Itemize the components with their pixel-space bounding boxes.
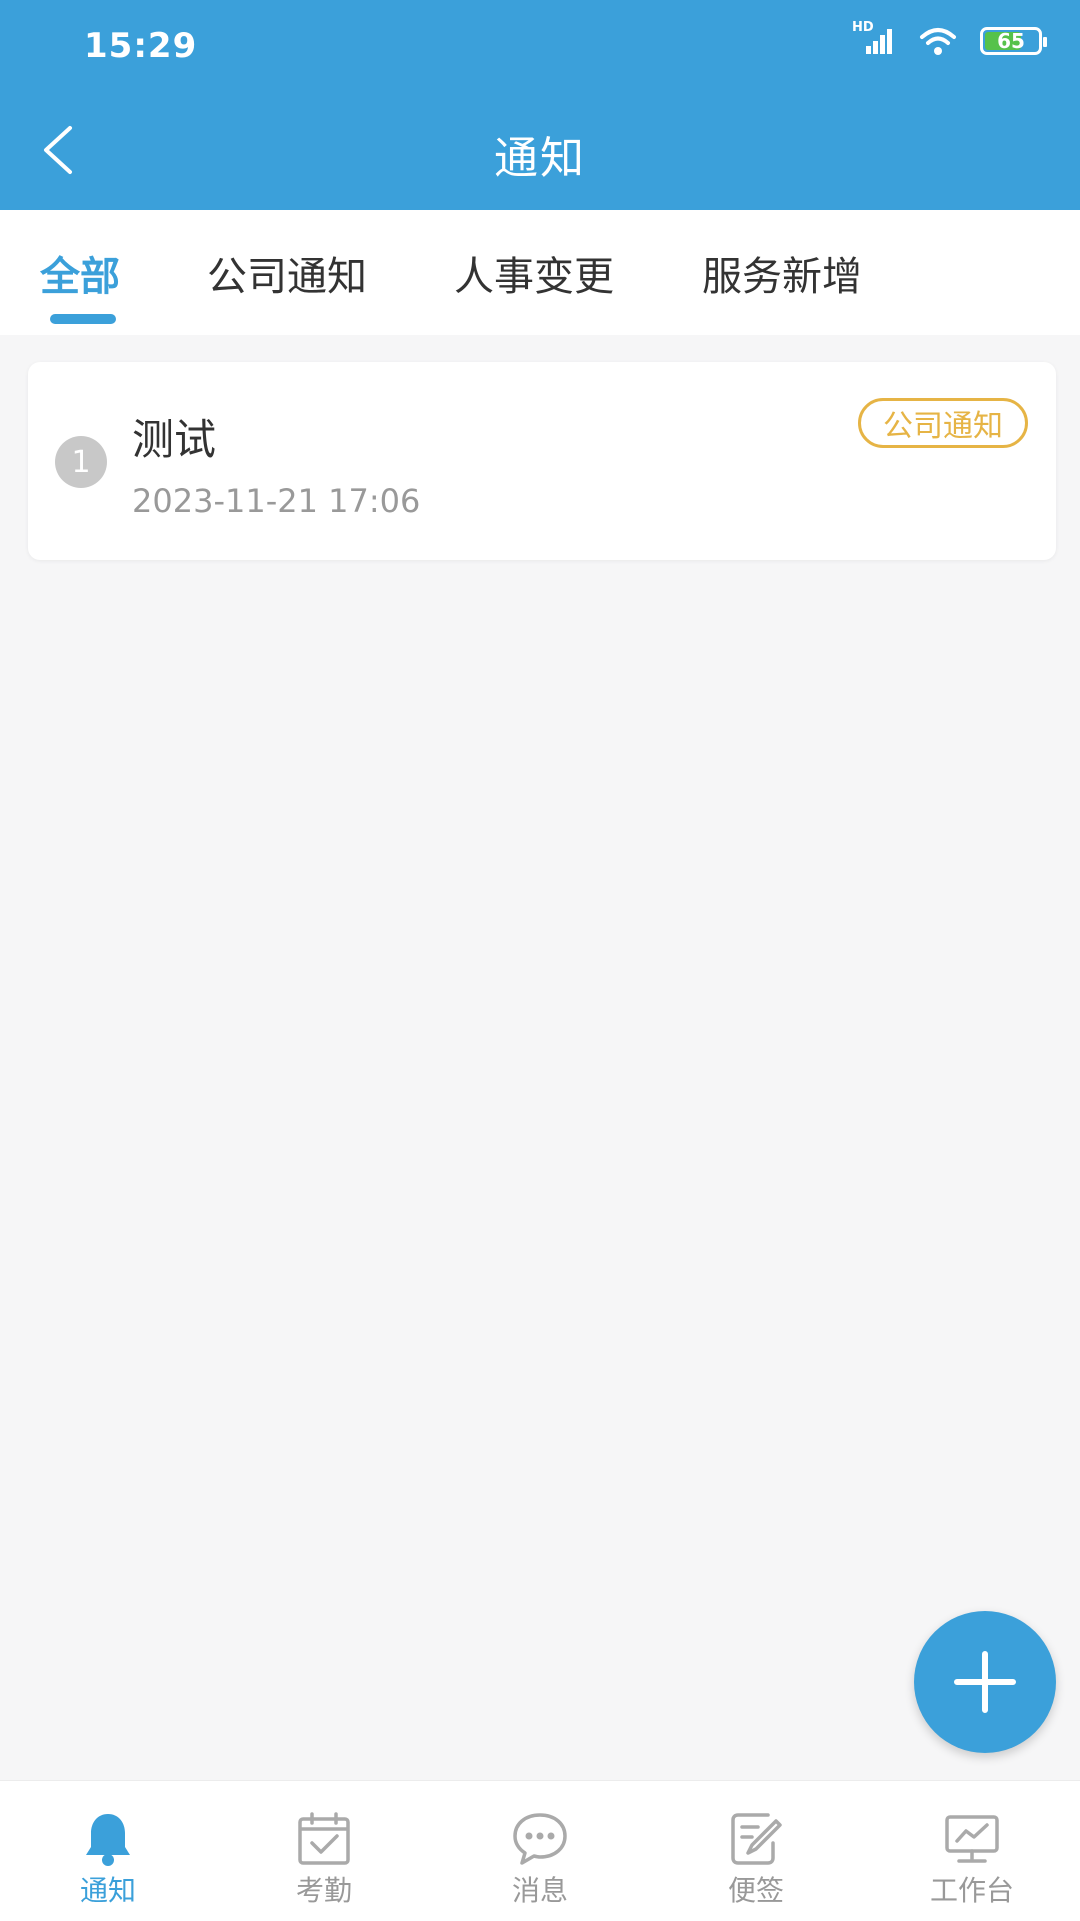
wifi-icon	[920, 28, 956, 55]
battery-icon: 65	[980, 27, 1047, 55]
category-tabs: 全部 公司通知 人事变更 服务新增	[0, 210, 1080, 335]
notice-time: 2023-11-21 17:06	[132, 482, 421, 520]
nav-label-attendance: 考勤	[295, 1874, 352, 1907]
nav-label-notice: 通知	[79, 1874, 136, 1907]
bottom-nav: 通知 考勤 消息 便签 工作台	[0, 1780, 1080, 1921]
tab-company-notice[interactable]: 公司通知	[207, 244, 367, 302]
status-icons: HD 65	[852, 20, 1047, 56]
calendar-check-icon	[298, 1812, 350, 1865]
notice-card[interactable]: 1 测试 2023-11-21 17:06 公司通知	[28, 362, 1056, 560]
monitor-chart-icon	[945, 1815, 999, 1863]
note-edit-icon	[731, 1813, 782, 1865]
chat-bubble-icon	[513, 1813, 567, 1865]
nav-label-workbench: 工作台	[929, 1874, 1014, 1907]
plus-icon	[954, 1651, 1016, 1713]
nav-item-messages[interactable]: 消息	[432, 1781, 648, 1921]
nav-item-attendance[interactable]: 考勤	[216, 1781, 432, 1921]
top-bar: 15:29 HD 65 通知	[0, 0, 1080, 210]
tab-all[interactable]: 全部	[40, 244, 120, 302]
battery-level: 65	[997, 29, 1025, 53]
notice-title: 测试	[132, 415, 217, 464]
add-notice-button[interactable]	[914, 1611, 1056, 1753]
bell-icon	[86, 1814, 130, 1866]
nav-item-notes[interactable]: 便签	[648, 1781, 864, 1921]
nav-label-messages: 消息	[511, 1874, 568, 1907]
notice-category-tag: 公司通知	[858, 398, 1028, 448]
page-title: 通知	[494, 133, 586, 184]
nav-item-workbench[interactable]: 工作台	[864, 1781, 1080, 1921]
notice-index-badge: 1	[55, 436, 107, 488]
tab-service-added[interactable]: 服务新增	[702, 244, 862, 302]
nav-item-notice[interactable]: 通知	[0, 1781, 216, 1921]
tab-personnel-change[interactable]: 人事变更	[454, 244, 614, 302]
signal-icon: HD	[852, 20, 896, 56]
status-time: 15:29	[84, 26, 198, 66]
nav-label-notes: 便签	[727, 1874, 784, 1907]
active-tab-indicator	[50, 314, 116, 324]
